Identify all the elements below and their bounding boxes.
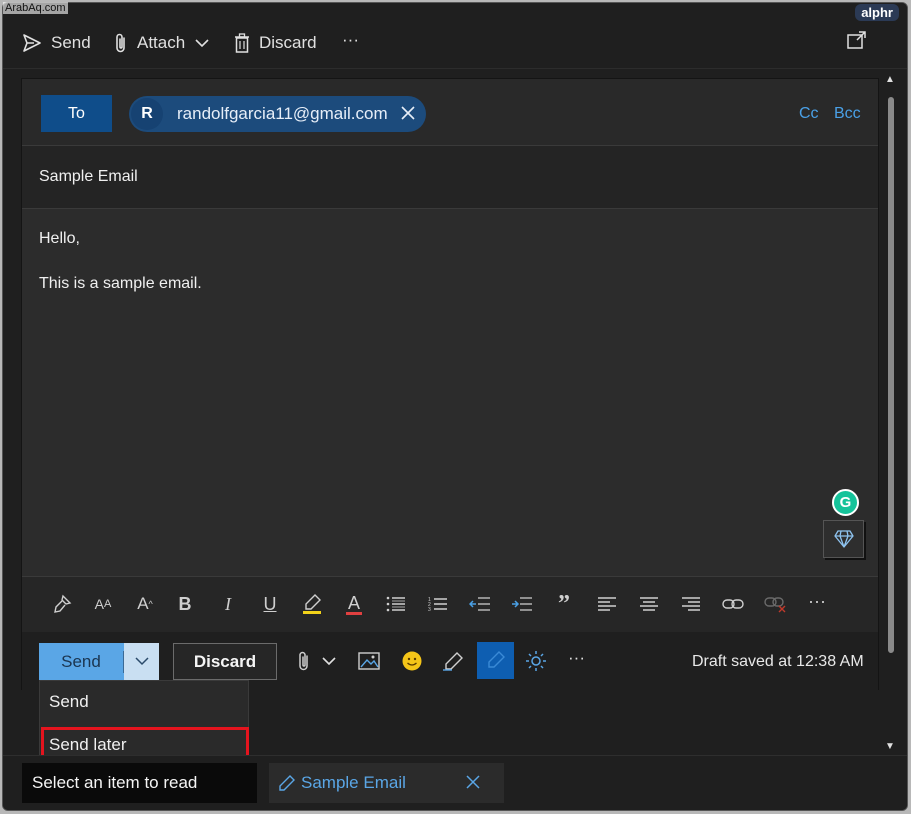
toolbar-attach-button[interactable]: Attach <box>114 30 209 56</box>
recipient-email: randolfgarcia11@gmail.com <box>177 104 388 123</box>
grammarly-icon[interactable]: G <box>832 489 859 516</box>
top-toolbar: Send Attach Discard ··· <box>3 3 907 69</box>
recipients-row: To R randolfgarcia11@gmail.com Cc Bcc <box>22 79 878 146</box>
tab-draft-label: Sample Email <box>301 773 406 792</box>
editor-toggle-icon[interactable] <box>477 642 514 679</box>
send-button[interactable]: Send <box>39 643 123 680</box>
align-left-icon[interactable] <box>594 591 620 617</box>
trash-icon <box>235 33 249 53</box>
toolbar-discard-button[interactable]: Discard <box>234 30 317 56</box>
send-split-button[interactable]: Send <box>39 643 159 680</box>
toolbar-send-button[interactable]: Send <box>22 30 91 56</box>
close-icon[interactable] <box>466 775 480 789</box>
recipient-chip[interactable]: R randolfgarcia11@gmail.com <box>129 96 426 132</box>
subject-field[interactable]: Sample Email <box>39 168 138 186</box>
discard-button[interactable]: Discard <box>173 643 277 680</box>
toolbar-more-button[interactable]: ··· <box>342 27 359 53</box>
highlight-icon[interactable] <box>299 591 325 617</box>
font-color-icon[interactable]: A <box>341 591 367 617</box>
action-more-button[interactable]: ··· <box>568 645 585 671</box>
bold-icon[interactable]: B <box>172 591 198 617</box>
scroll-down-arrow[interactable]: ▼ <box>885 741 895 752</box>
watermark-logo: alphr <box>855 4 899 21</box>
paperclip-icon <box>116 33 125 53</box>
sun-icon[interactable] <box>525 648 547 674</box>
italic-icon[interactable]: I <box>215 591 241 617</box>
more-icon[interactable]: ··· <box>804 588 830 614</box>
compose-area: To R randolfgarcia11@gmail.com Cc Bcc Sa… <box>21 78 879 690</box>
popout-icon[interactable] <box>847 31 867 54</box>
pencil-icon <box>279 775 295 791</box>
link-icon[interactable] <box>720 591 746 617</box>
compose-window: Send Attach Discard ··· To R randolfgarc… <box>2 2 908 811</box>
toolbar-send-label: Send <box>51 33 91 52</box>
increase-indent-icon[interactable] <box>509 591 535 617</box>
format-painter-icon[interactable] <box>49 591 75 617</box>
signature-icon[interactable] <box>442 648 464 674</box>
bottom-tab-bar: Select an item to read Sample Email <box>3 755 907 810</box>
chevron-down-icon[interactable] <box>195 38 209 48</box>
bcc-button[interactable]: Bcc <box>834 105 861 123</box>
chevron-down-icon[interactable] <box>322 648 336 674</box>
underline-icon[interactable]: U <box>257 591 283 617</box>
align-right-icon[interactable] <box>678 591 704 617</box>
emoji-icon[interactable] <box>401 648 423 674</box>
align-center-icon[interactable] <box>636 591 662 617</box>
avatar: R <box>131 98 163 130</box>
image-icon[interactable] <box>358 648 380 674</box>
scroll-up-arrow[interactable]: ▲ <box>885 74 895 85</box>
svg-text:3: 3 <box>428 607 431 612</box>
send-icon <box>23 34 41 52</box>
tab-draft-email[interactable]: Sample Email <box>269 763 504 803</box>
close-icon[interactable] <box>400 105 416 121</box>
diamond-icon[interactable] <box>823 520 864 558</box>
send-options-menu: Send Send later <box>39 680 249 765</box>
subject-row: Sample Email <box>22 146 878 209</box>
quote-icon[interactable]: ” <box>551 591 577 617</box>
body-line: Hello, <box>39 230 80 247</box>
font-color-letter: A <box>347 592 360 613</box>
numbering-icon[interactable]: 123 <box>425 591 451 617</box>
message-body[interactable]: Hello, This is a sample email. G <box>22 209 878 576</box>
decrease-indent-icon[interactable] <box>467 591 493 617</box>
tab-reading-pane[interactable]: Select an item to read <box>22 763 257 803</box>
draft-status: Draft saved at 12:38 AM <box>692 653 864 670</box>
chevron-down-icon <box>134 657 149 666</box>
unlink-icon[interactable] <box>762 591 788 617</box>
bullets-icon[interactable] <box>383 591 409 617</box>
toolbar-attach-label: Attach <box>137 33 186 52</box>
formatting-toolbar: AA A ^ B I U A 123 ” ··· <box>22 576 878 632</box>
scrollbar-thumb[interactable] <box>888 97 894 653</box>
toolbar-discard-label: Discard <box>259 33 317 52</box>
send-options-chevron[interactable] <box>124 643 159 680</box>
to-button[interactable]: To <box>41 95 112 132</box>
font-size-icon[interactable]: AA <box>90 591 116 617</box>
grow-font-icon[interactable]: A ^ <box>132 591 158 617</box>
watermark-site: ArabAq.com <box>3 2 68 14</box>
menu-item-send[interactable]: Send <box>40 684 248 720</box>
attach-icon[interactable] <box>297 648 311 674</box>
body-line: This is a sample email. <box>39 275 202 292</box>
cc-button[interactable]: Cc <box>799 105 819 123</box>
